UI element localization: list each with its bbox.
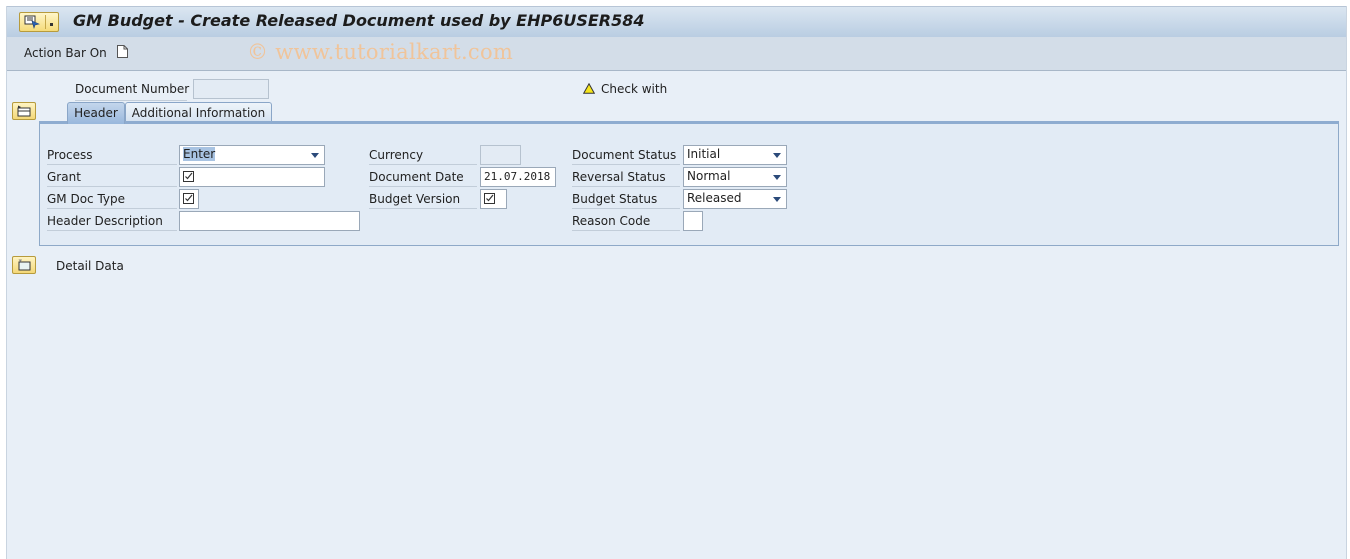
budget-version-label: Budget Version xyxy=(369,189,477,209)
header-description-input[interactable] xyxy=(179,211,360,231)
budget-status-value: Released xyxy=(687,191,742,205)
system-menu-button[interactable] xyxy=(19,12,59,32)
process-label: Process xyxy=(47,145,177,165)
gm-doc-type-label: GM Doc Type xyxy=(47,189,177,209)
dropdown-arrow-icon xyxy=(50,23,53,26)
dropdown-arrow-icon xyxy=(311,153,319,158)
folder-closed-icon xyxy=(18,259,31,271)
currency-field[interactable] xyxy=(480,145,521,165)
document-number-label: Document Number xyxy=(75,82,190,96)
collapse-header-button[interactable] xyxy=(12,102,36,120)
document-status-label: Document Status xyxy=(572,145,680,165)
gm-doc-type-input[interactable] xyxy=(179,189,199,209)
new-document-icon[interactable] xyxy=(117,45,128,58)
tab-header-label: Header xyxy=(74,106,118,120)
label-underline xyxy=(75,100,187,101)
grant-label: Grant xyxy=(47,167,177,187)
folder-open-icon xyxy=(17,105,31,117)
currency-label: Currency xyxy=(369,145,477,165)
tab-additional-information-label: Additional Information xyxy=(131,106,266,120)
budget-version-input[interactable] xyxy=(480,189,507,209)
required-field-icon xyxy=(484,193,495,204)
reason-code-input[interactable] xyxy=(683,211,703,231)
required-field-icon xyxy=(183,193,194,204)
tab-header[interactable]: Header xyxy=(67,102,125,124)
window-title: GM Budget - Create Released Document use… xyxy=(73,11,645,30)
title-bar: GM Budget - Create Released Document use… xyxy=(7,6,1346,38)
budget-status-label: Budget Status xyxy=(572,189,680,209)
process-value: Enter xyxy=(183,147,216,161)
dropdown-arrow-icon xyxy=(773,197,781,202)
menu-button-separator xyxy=(45,15,46,29)
check-with-label[interactable]: Check with xyxy=(601,82,667,96)
reason-code-label: Reason Code xyxy=(572,211,680,231)
expand-detail-button[interactable] xyxy=(12,256,36,274)
application-toolbar: Action Bar On © www.tutorialkart.com xyxy=(7,37,1346,71)
reversal-status-label: Reversal Status xyxy=(572,167,680,187)
document-status-value: Initial xyxy=(687,147,721,161)
budget-status-dropdown[interactable]: Released xyxy=(683,189,787,209)
header-description-label: Header Description xyxy=(47,211,177,231)
action-bar-on-button[interactable]: Action Bar On xyxy=(24,46,107,60)
reversal-status-value: Normal xyxy=(687,169,731,183)
document-date-label: Document Date xyxy=(369,167,477,187)
required-field-icon xyxy=(183,171,194,182)
document-number-field[interactable] xyxy=(193,79,269,99)
sap-window: GM Budget - Create Released Document use… xyxy=(6,6,1347,559)
watermark-text: © www.tutorialkart.com xyxy=(247,40,514,64)
grant-input[interactable] xyxy=(179,167,325,187)
document-date-input[interactable]: 21.07.2018 xyxy=(480,167,556,187)
dropdown-arrow-icon xyxy=(773,153,781,158)
warning-icon xyxy=(583,83,595,94)
process-dropdown[interactable]: Enter xyxy=(179,145,325,165)
customize-layout-icon xyxy=(24,15,40,29)
reversal-status-dropdown[interactable]: Normal xyxy=(683,167,787,187)
dropdown-arrow-icon xyxy=(773,175,781,180)
detail-data-label: Detail Data xyxy=(56,259,124,273)
document-status-dropdown[interactable]: Initial xyxy=(683,145,787,165)
